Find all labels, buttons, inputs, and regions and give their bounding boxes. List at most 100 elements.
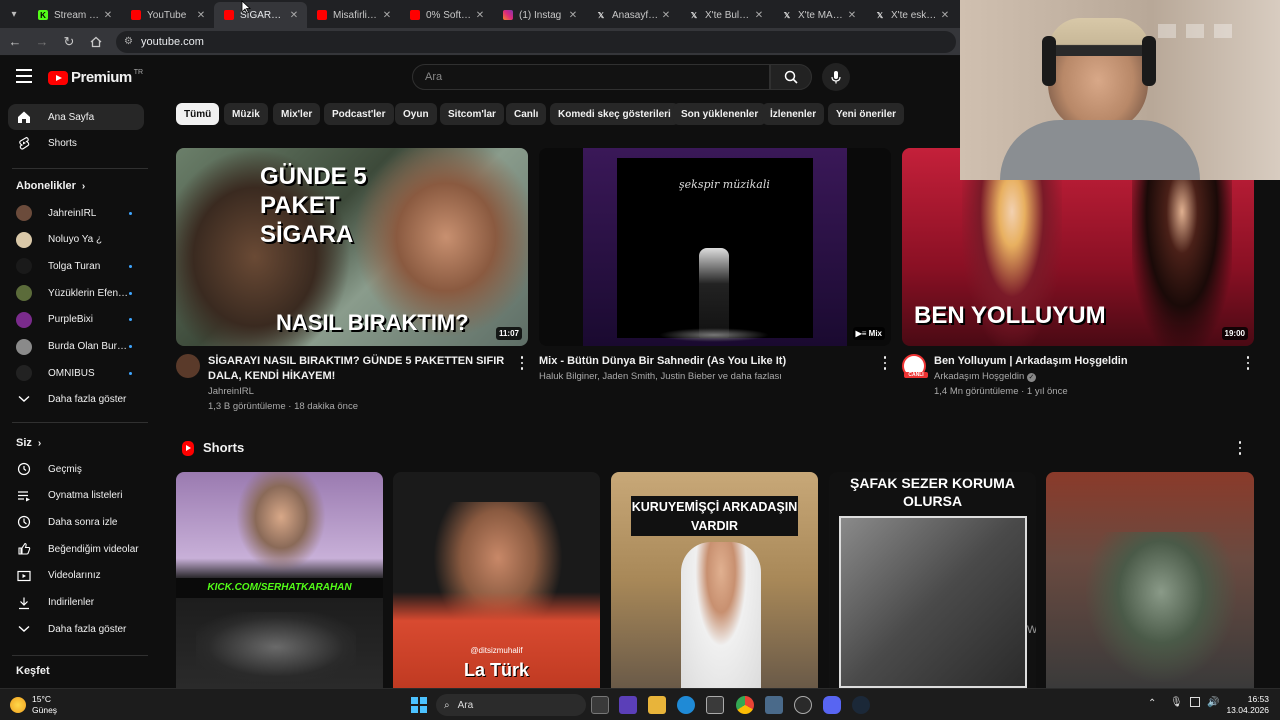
weather-icon[interactable] [10,697,26,713]
close-tab-icon[interactable]: ✕ [566,10,580,21]
close-tab-icon[interactable]: ✕ [194,10,208,21]
task-view-icon[interactable] [591,696,609,714]
sidebar-item-shorts[interactable]: Shorts [8,130,144,156]
video-channel[interactable]: JahreinIRL [208,384,254,399]
close-tab-icon[interactable]: ✕ [938,10,952,21]
channel-avatar[interactable]: CANLI [902,354,928,378]
more-options-icon[interactable] [1243,355,1253,371]
close-tab-icon[interactable]: ✕ [659,10,673,21]
close-tab-icon[interactable]: ✕ [473,10,487,21]
you-heading[interactable]: Siz › [16,437,41,449]
sidebar-item-your-videos[interactable]: Videolarınız [8,563,144,589]
sidebar-item-liked-videos[interactable]: Beğendiğim videolar [8,536,144,562]
short-thumbnail[interactable]: KURUYEMİŞÇİ ARKADAŞIN VARDIR [611,472,818,688]
video-channel[interactable]: Arkadaşım Hoşgeldin ✓ [934,369,1036,384]
video-thumbnail[interactable]: şekspir müzikali ▶︎≡ Mix [539,148,891,346]
browser-tab[interactable]: YouTube ✕ [121,2,214,28]
browser-tab[interactable]: K Stream - Kic✕ [28,2,121,28]
browser-tab[interactable]: SİGARAYI NA✕ [214,2,307,28]
site-info-icon[interactable]: ⚙ [124,36,133,47]
subscriptions-heading[interactable]: Abonelikler › [16,180,85,192]
browser-tab[interactable]: 𝕏 X'te Bulvar M✕ [679,2,772,28]
file-explorer-icon[interactable] [648,696,666,714]
subscription-item[interactable]: OMNIBUS [8,360,144,386]
sidebar-item-history[interactable]: Geçmiş [8,456,144,482]
microphone-tray-icon[interactable]: 🎙 [1170,697,1183,708]
filter-chip[interactable]: Canlı [506,103,547,125]
close-tab-icon[interactable]: ✕ [845,10,859,21]
edge-icon[interactable] [677,696,695,714]
filter-chip[interactable]: Sitcom'lar [440,103,504,125]
browser-tab[interactable]: 𝕏 Anasayfa / X✕ [586,2,679,28]
filter-chip[interactable]: Mix'ler [273,103,321,125]
home-icon[interactable] [84,30,108,54]
filter-chip[interactable]: Oyun [395,103,437,125]
video-title[interactable]: Ben Yolluyum | Arkadaşım Hoşgeldin [934,354,1234,369]
sidebar-item-home[interactable]: Ana Sayfa [8,104,144,130]
more-options-icon[interactable] [880,355,890,371]
subscription-item[interactable]: PurpleBixi [8,307,144,333]
forward-icon[interactable]: → [30,30,54,54]
filter-chip[interactable]: Tümü [176,103,220,125]
search-button[interactable] [770,64,812,90]
filter-chip[interactable]: Son yüklenenler [673,103,767,125]
obs-icon[interactable] [794,696,812,714]
app-icon[interactable] [765,696,783,714]
subscription-item[interactable]: Yüzüklerin Efend… [8,280,144,306]
reload-icon[interactable]: ↻ [57,30,81,54]
video-title[interactable]: SİGARAYI NASIL BIRAKTIM? GÜNDE 5 PAKETTE… [208,354,508,384]
subscription-item[interactable]: Tolga Turan [8,253,144,279]
video-channel[interactable]: Haluk Bilginer, Jaden Smith, Justin Bieb… [539,369,782,384]
video-thumbnail[interactable]: GÜNDE 5 PAKET SİGARA NASIL BIRAKTIM? 11:… [176,148,528,346]
browser-tab[interactable]: Misafirlik. Ec✕ [307,2,400,28]
shorts-more-options-icon[interactable] [1235,440,1245,456]
subscription-item[interactable]: JahreinIRL [8,200,144,226]
subscription-item[interactable]: Noluyo Ya ¿ [8,227,144,253]
youtube-premium-logo[interactable]: Premium TR [48,69,143,86]
sidebar-show-more-subscriptions[interactable]: Daha fazla göster [8,386,144,412]
filter-chip[interactable]: İzlenenler [762,103,825,125]
clock[interactable]: 16:53 13.04.2026 [1215,694,1269,716]
network-icon[interactable] [1190,697,1200,707]
channel-avatar[interactable] [176,354,200,378]
filter-chip[interactable]: Komedi skeç gösterileri [550,103,679,125]
start-menu-icon[interactable] [411,697,427,713]
filter-chip[interactable]: Yeni öneriler [828,103,905,125]
browser-tab[interactable]: (1) Instag ✕ [493,2,586,28]
browser-tab[interactable]: 0% Soft vs 1✕ [400,2,493,28]
sidebar-show-more-you[interactable]: Daha fazla göster [8,616,144,642]
menu-icon[interactable] [16,69,32,83]
premiere-icon[interactable] [619,696,637,714]
close-tab-icon[interactable]: ✕ [380,10,394,21]
close-tab-icon[interactable]: ✕ [752,10,766,21]
tab-search-icon[interactable]: ▾ [0,0,28,28]
browser-tab[interactable]: 𝕏 X'te MARCIS✕ [772,2,865,28]
filter-chip[interactable]: Podcast'ler [324,103,394,125]
youtube-favicon-icon [317,10,327,20]
store-icon[interactable] [706,696,724,714]
voice-search-button[interactable] [822,63,850,91]
filter-chip[interactable]: Müzik [224,103,268,125]
taskbar-search[interactable]: ⌕ Ara [436,694,586,716]
more-options-icon[interactable] [517,355,527,371]
back-icon[interactable]: ← [3,30,27,54]
short-thumbnail[interactable]: ŞAFAK SEZER KORUMA OLURSA Windows'u Etki… [829,472,1036,688]
url-field[interactable]: ⚙ youtube.com [116,30,956,53]
chrome-icon[interactable] [736,696,754,714]
short-thumbnail[interactable] [1046,472,1254,688]
close-tab-icon[interactable]: ✕ [101,10,115,21]
subscription-item[interactable]: Burda Olan Burd… [8,334,144,360]
sidebar-item-playlists[interactable]: Oynatma listeleri [8,483,144,509]
sidebar-item-watch-later[interactable]: Daha sonra izle [8,509,144,535]
short-thumbnail[interactable]: KICK.COM/SERHATKARAHAN [176,472,383,688]
show-hidden-icons[interactable]: ⌃ [1148,698,1156,709]
sidebar-item-downloads[interactable]: İndirilenler [8,590,144,616]
close-tab-icon[interactable]: ✕ [287,10,301,21]
weather-widget[interactable]: 15°C Güneş [32,694,57,716]
video-title[interactable]: Mix - Bütün Dünya Bir Sahnedir (As You L… [539,354,869,369]
short-thumbnail[interactable]: @ditsizmuhalif La Türk [393,472,600,688]
browser-tab[interactable]: 𝕏 X'te eskimey✕ [865,2,958,28]
search-input[interactable] [425,71,769,83]
steam-icon[interactable] [852,696,870,714]
discord-icon[interactable] [823,696,841,714]
